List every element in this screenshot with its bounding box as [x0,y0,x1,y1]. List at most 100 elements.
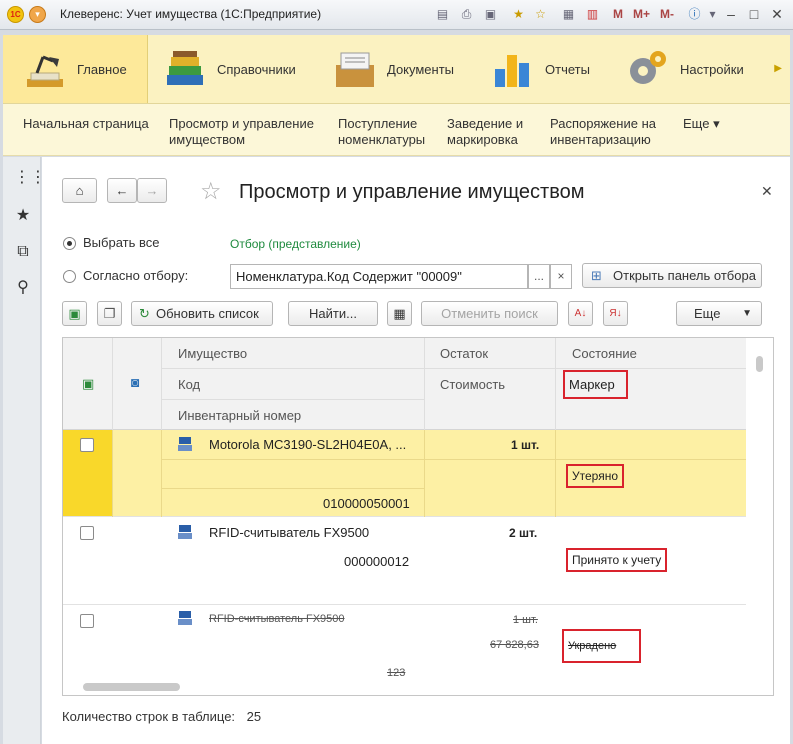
column-inventory-number[interactable]: Инвентарный номер [178,408,301,423]
bar-chart-icon [495,55,529,87]
more-actions-button[interactable]: Еще ▼ [676,301,762,326]
cmd-property-management[interactable]: Просмотр и управление имуществом [169,116,314,148]
section-catalogs-label: Справочники [217,61,296,77]
row-marker: Утеряно [566,464,624,488]
favorites-star-icon[interactable]: ★ [14,207,32,225]
radio-by-filter[interactable] [63,270,76,283]
column-cost[interactable]: Стоимость [440,377,505,392]
save-icon[interactable]: ▤ [434,6,451,23]
row-checkbox[interactable] [80,614,94,628]
row-divider [161,459,746,460]
open-filter-panel-label: Открыть панель отбора [613,268,756,283]
app-logo-icon[interactable]: 1С [7,6,24,23]
row-inventory-number: 123 [387,667,406,679]
all-functions-icon[interactable]: ⋮⋮ [14,169,46,187]
row-property-name: RFID-считыватель FX9500 [209,525,370,540]
property-table[interactable]: ▣ ◙ Имущество Код Инвентарный номер Оста… [62,337,774,696]
cmd-more[interactable]: Еще ▾ [683,116,720,132]
info-icon[interactable]: ⓘ [686,6,703,23]
main-menu-button[interactable]: ▾ [29,6,46,23]
cancel-search-button[interactable]: Отменить поиск [421,301,558,326]
section-documents[interactable]: Документы [333,35,454,103]
documents-box-icon [336,52,374,87]
header-divider [555,338,556,430]
header-divider [161,338,162,430]
section-documents-label: Документы [387,61,455,77]
left-toolbar: ⋮⋮ ★ ⧉ ⚲ [3,157,46,744]
radio-select-all-label: Выбрать все [83,235,160,250]
column-property[interactable]: Имущество [178,346,247,361]
minimize-button[interactable]: – [720,4,742,24]
gears-icon [630,51,666,84]
property-form: ⌂ ← → ☆ Просмотр и управление имуществом… [42,157,790,744]
column-marker[interactable]: Маркер [563,370,628,399]
open-filter-panel-button[interactable]: ⊞ Открыть панель отбора [582,263,762,288]
filter-caption: Отбор (представление) [230,237,361,251]
refresh-list-label: Обновить список [156,306,259,321]
row-property-name: RFID-считыватель FX9500 [209,613,345,625]
window-title: Клеверенс: Учет имущества (1С:Предприяти… [60,7,322,21]
memory-minus-button[interactable]: M- [660,7,674,21]
add-to-favorites-star-icon[interactable]: ☆ [200,177,222,206]
calculator-icon[interactable]: ▦ [560,6,577,23]
window-titlebar: 1С ▾ Клеверенс: Учет имущества (1С:Предп… [0,0,793,30]
favorites-icon[interactable]: ☆ [532,6,549,23]
table-row[interactable]: RFID-считыватель FX9500 000000012 2 шт. … [63,518,746,605]
print-icon[interactable]: ⎙ [458,6,475,23]
sections-scroll-right-icon[interactable]: ▶ [774,63,782,74]
filter-clear-button[interactable]: × [550,264,572,289]
memory-m-button[interactable]: M [613,7,623,21]
cmd-inventory-order[interactable]: Распоряжение на инвентаризацию [550,116,656,148]
home-button[interactable]: ⌂ [62,178,97,203]
horizontal-scroll-thumb[interactable] [83,683,180,691]
preview-icon[interactable]: ▣ [482,6,499,23]
row-divider [555,430,556,517]
section-reports[interactable]: Отчеты [491,35,590,103]
table-row[interactable]: Motorola MC3190-SL2H04E0A, ... 010000050… [63,430,746,517]
chevron-down-icon[interactable]: ▾ [704,6,721,23]
forward-button[interactable]: → [137,178,167,203]
header-check-icon[interactable]: ▣ [82,376,94,392]
vertical-scroll-thumb[interactable] [756,356,763,372]
section-settings[interactable]: Настройки [626,35,744,103]
cmd-nomenclature-receipt[interactable]: Поступление номенклатуры [338,116,425,148]
find-button[interactable]: Найти... [288,301,378,326]
cmd-home-page[interactable]: Начальная страница [23,116,149,132]
section-main[interactable]: Главное [3,35,148,103]
select-all-check-button[interactable]: ▣ [62,301,87,326]
section-settings-label: Настройки [680,61,744,77]
cmd-registration-marking[interactable]: Заведение и маркировка [447,116,523,148]
chevron-down-icon: ▼ [742,308,752,319]
table-vertical-scrollbar[interactable] [747,338,773,695]
row-inventory-number: 010000050001 [323,496,410,511]
copy-selection-button[interactable]: ❐ [97,301,122,326]
calendar-icon[interactable]: ▥ [584,6,601,23]
sort-ascending-button[interactable]: A↓ [568,301,593,326]
header-photo-icon[interactable]: ◙ [131,374,139,390]
table-settings-button[interactable]: ▦ [387,301,412,326]
column-balance[interactable]: Остаток [440,346,488,361]
search-icon[interactable]: ⚲ [14,279,32,297]
filter-field[interactable]: Номенклатура.Код Содержит "00009" [230,264,528,289]
sort-descending-button[interactable]: Я↓ [603,301,628,326]
row-checkbox[interactable] [80,438,94,452]
row-marker: Принято к учету [566,548,668,572]
memory-plus-button[interactable]: M+ [633,7,650,21]
radio-select-all[interactable] [63,237,76,250]
sections-panel: Главное Справочники Документы Отчеты Нас… [3,35,790,104]
navigation-command-bar: Начальная страница Просмотр и управление… [3,104,790,156]
section-catalogs[interactable]: Справочники [163,35,296,103]
column-code[interactable]: Код [178,377,200,392]
row-cost: 67 828,63 [490,639,539,651]
favorites-add-icon[interactable]: ★ [510,6,527,23]
history-icon[interactable]: ⧉ [14,243,32,261]
back-button[interactable]: ← [107,178,137,203]
filter-select-button[interactable]: ... [528,264,550,289]
row-checkbox[interactable] [80,526,94,540]
close-window-button[interactable]: ✕ [766,4,788,24]
column-state[interactable]: Состояние [572,346,637,361]
maximize-button[interactable]: □ [743,4,765,24]
row-count-footer: Количество строк в таблице: 25 [62,709,261,724]
close-form-icon[interactable]: ✕ [761,183,773,200]
refresh-list-button[interactable]: ↻ Обновить список [131,301,273,326]
